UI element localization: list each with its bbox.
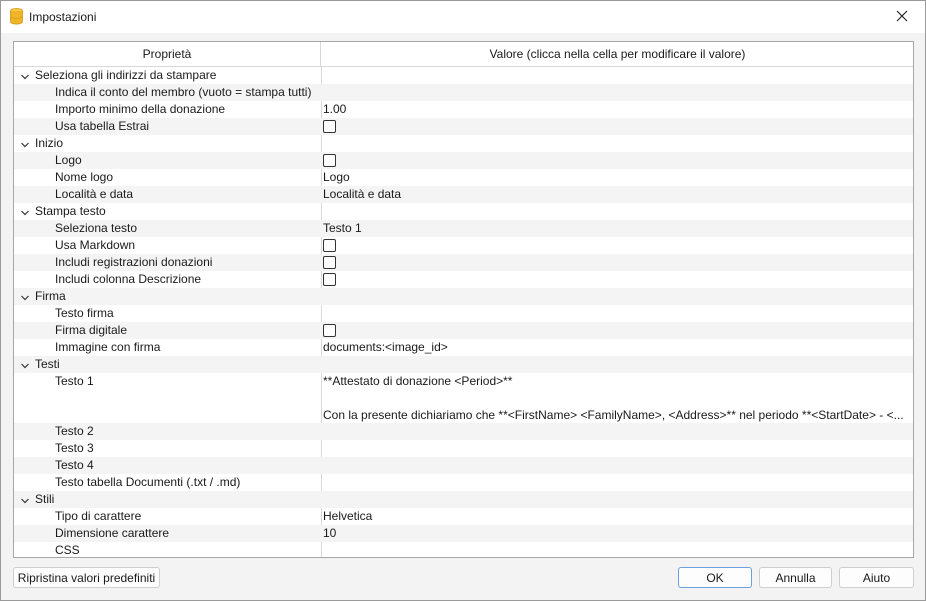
property-row[interactable]: Testo 3 bbox=[14, 440, 913, 457]
group-label: Inizio bbox=[35, 136, 64, 150]
property-row[interactable]: Usa Markdown bbox=[14, 237, 913, 254]
group-row[interactable]: Testi bbox=[14, 356, 913, 373]
property-label: Indica il conto del membro (vuoto = stam… bbox=[55, 85, 312, 99]
property-label: Testo 1 bbox=[55, 374, 94, 388]
property-value[interactable] bbox=[323, 305, 911, 322]
property-label: Testo 2 bbox=[55, 424, 94, 438]
group-row[interactable]: Inizio bbox=[14, 135, 913, 152]
grid-rows: Seleziona gli indirizzi da stampare Indic… bbox=[14, 67, 913, 557]
chevron-down-icon[interactable] bbox=[20, 292, 30, 302]
property-row[interactable]: Firma digitale bbox=[14, 322, 913, 339]
grid-header: Proprietà Valore (clicca nella cella per… bbox=[14, 42, 913, 67]
value-line: **Attestato di donazione <Period>** bbox=[323, 374, 513, 388]
properties-grid[interactable]: Proprietà Valore (clicca nella cella per… bbox=[13, 41, 914, 558]
group-row[interactable]: Stampa testo bbox=[14, 203, 913, 220]
property-row[interactable]: Usa tabella Estrai bbox=[14, 118, 913, 135]
property-row[interactable]: Testo firma bbox=[14, 305, 913, 322]
chevron-down-icon[interactable] bbox=[20, 139, 30, 149]
property-label: Importo minimo della donazione bbox=[55, 102, 226, 116]
database-icon bbox=[10, 8, 23, 25]
property-value[interactable] bbox=[323, 84, 911, 101]
property-row[interactable]: Seleziona testo Testo 1 bbox=[14, 220, 913, 237]
property-label: Tipo di carattere bbox=[55, 509, 142, 523]
chevron-down-icon[interactable] bbox=[20, 207, 30, 217]
property-row[interactable]: Logo bbox=[14, 152, 913, 169]
property-row[interactable]: Dimensione carattere 10 bbox=[14, 525, 913, 542]
header-value[interactable]: Valore (clicca nella cella per modificar… bbox=[322, 42, 913, 66]
property-label: CSS bbox=[55, 543, 80, 557]
property-label: Dimensione carattere bbox=[55, 526, 170, 540]
close-button[interactable] bbox=[879, 1, 925, 33]
property-value[interactable]: Logo bbox=[323, 169, 911, 186]
chevron-down-icon[interactable] bbox=[20, 360, 30, 370]
chevron-down-icon[interactable] bbox=[20, 495, 30, 505]
property-row[interactable]: CSS bbox=[14, 542, 913, 557]
property-label: Includi colonna Descrizione bbox=[55, 272, 202, 286]
group-row[interactable]: Seleziona gli indirizzi da stampare bbox=[14, 67, 913, 84]
property-checkbox[interactable] bbox=[323, 256, 336, 269]
property-row[interactable]: Includi colonna Descrizione bbox=[14, 271, 913, 288]
value-line bbox=[323, 390, 911, 407]
property-checkbox[interactable] bbox=[323, 324, 336, 337]
property-row[interactable]: Indica il conto del membro (vuoto = stam… bbox=[14, 84, 913, 101]
property-label: Testo 4 bbox=[55, 458, 94, 472]
group-label: Testi bbox=[35, 357, 60, 371]
group-label: Firma bbox=[35, 289, 66, 303]
property-value-multiline[interactable]: **Attestato di donazione <Period>** Con l… bbox=[323, 373, 911, 423]
property-row[interactable]: Testo tabella Documenti (.txt / .md) bbox=[14, 474, 913, 491]
property-row[interactable]: Immagine con firma documents:<image_id> bbox=[14, 339, 913, 356]
property-value[interactable]: 10 bbox=[323, 525, 911, 542]
property-row[interactable]: Importo minimo della donazione 1.00 bbox=[14, 101, 913, 118]
group-row[interactable]: Firma bbox=[14, 288, 913, 305]
property-label: Usa Markdown bbox=[55, 238, 136, 252]
property-value[interactable] bbox=[323, 457, 911, 474]
property-label: Logo bbox=[55, 153, 82, 167]
group-row[interactable]: Stili bbox=[14, 491, 913, 508]
property-value[interactable]: Testo 1 bbox=[323, 220, 911, 237]
settings-dialog: Impostazioni Proprietà Valore (clicca ne… bbox=[0, 0, 926, 601]
property-row[interactable]: Testo 1 **Attestato di donazione <Period>… bbox=[14, 373, 913, 423]
group-label: Stampa testo bbox=[35, 204, 106, 218]
header-property[interactable]: Proprietà bbox=[14, 42, 321, 66]
property-value[interactable]: Helvetica bbox=[323, 508, 911, 525]
property-label: Immagine con firma bbox=[55, 340, 161, 354]
property-label: Usa tabella Estrai bbox=[55, 119, 150, 133]
property-value[interactable]: documents:<image_id> bbox=[323, 339, 911, 356]
property-value[interactable] bbox=[323, 474, 911, 491]
property-label: Località e data bbox=[55, 187, 134, 201]
cancel-button[interactable]: Annulla bbox=[759, 567, 832, 588]
property-label: Firma digitale bbox=[55, 323, 128, 337]
window-title: Impostazioni bbox=[29, 10, 97, 24]
chevron-down-icon[interactable] bbox=[20, 71, 30, 81]
group-label: Seleziona gli indirizzi da stampare bbox=[35, 68, 217, 82]
property-row[interactable]: Testo 4 bbox=[14, 457, 913, 474]
property-row[interactable]: Nome logo Logo bbox=[14, 169, 913, 186]
property-checkbox[interactable] bbox=[323, 273, 336, 286]
property-checkbox[interactable] bbox=[323, 154, 336, 167]
help-button[interactable]: Aiuto bbox=[839, 567, 914, 588]
property-value[interactable] bbox=[323, 440, 911, 457]
property-row[interactable]: Località e data Località e data bbox=[14, 186, 913, 203]
property-checkbox[interactable] bbox=[323, 239, 336, 252]
property-value[interactable] bbox=[323, 423, 911, 440]
property-row[interactable]: Includi registrazioni donazioni bbox=[14, 254, 913, 271]
property-checkbox[interactable] bbox=[323, 120, 336, 133]
reset-defaults-button[interactable]: Ripristina valori predefiniti bbox=[13, 567, 160, 588]
title-bar: Impostazioni bbox=[1, 1, 925, 33]
property-value[interactable] bbox=[323, 542, 911, 557]
property-value[interactable]: 1.00 bbox=[323, 101, 911, 118]
value-line: Con la presente dichiariamo che **<First… bbox=[323, 408, 904, 422]
property-row[interactable]: Tipo di carattere Helvetica bbox=[14, 508, 913, 525]
property-label: Testo 3 bbox=[55, 441, 94, 455]
property-label: Testo tabella Documenti (.txt / .md) bbox=[55, 475, 241, 489]
property-label: Nome logo bbox=[55, 170, 114, 184]
property-label: Seleziona testo bbox=[55, 221, 138, 235]
ok-button[interactable]: OK bbox=[678, 567, 752, 588]
group-label: Stili bbox=[35, 492, 55, 506]
property-row[interactable]: Testo 2 bbox=[14, 423, 913, 440]
property-label: Includi registrazioni donazioni bbox=[55, 255, 213, 269]
property-value[interactable]: Località e data bbox=[323, 186, 911, 203]
property-label: Testo firma bbox=[55, 306, 114, 320]
close-icon bbox=[896, 10, 908, 25]
